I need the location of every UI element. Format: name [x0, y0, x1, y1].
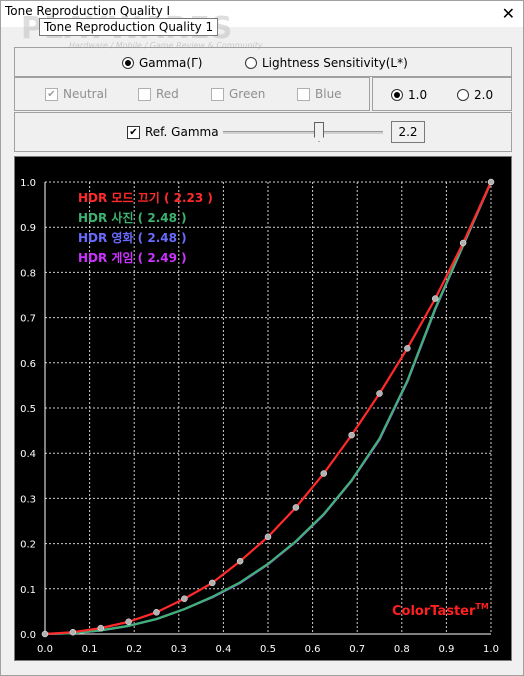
channels-panel: ✔ Neutral Red Green Blue: [14, 77, 370, 111]
scale-1-label: 1.0: [408, 88, 428, 102]
gamma-chart: 0.0 0.1 0.2 0.3 0.4 0.5 0.6 0.7 0.8 0.9 1.0 0.0 0.1 0…: [20, 178, 499, 655]
data-point: [97, 624, 104, 632]
data-point: [264, 533, 272, 541]
green-label: Green: [229, 87, 266, 101]
y-tick-label: 0.4: [20, 449, 36, 460]
y-tick-label: 0.2: [20, 540, 36, 551]
data-point: [69, 628, 77, 636]
x-tick-label: 0.4: [215, 644, 231, 655]
green-check-icon[interactable]: [211, 87, 224, 101]
y-tick-label: 0.0: [20, 630, 36, 641]
legend-entry: HDR 모드 끄기 ( 2.23 ): [78, 190, 213, 205]
ref-gamma-label: Ref. Gamma: [145, 125, 219, 139]
brand-tm: TM: [475, 602, 488, 611]
y-tick-label: 0.8: [20, 268, 36, 279]
y-tick-label: 0.6: [20, 359, 36, 370]
mode-panel: Gamma(Γ) Lightness Sensitivity(L*): [14, 47, 512, 77]
data-point: [292, 504, 300, 511]
x-tick-label: 0.3: [171, 644, 187, 655]
lightness-radio[interactable]: Lightness Sensitivity(L*): [245, 56, 408, 70]
y-tick-label: 0.3: [20, 494, 36, 505]
legend-entry: HDR 사진 ( 2.48 ): [78, 210, 187, 225]
data-point: [209, 579, 216, 587]
neutral-label: Neutral: [63, 87, 108, 101]
tone-reproduction-window: Tone Reproduction Quality I ✕ Tone Repro…: [0, 0, 524, 676]
scale-2-radio-indicator[interactable]: [457, 89, 469, 101]
ref-gamma-value: 2.2: [391, 121, 425, 143]
scale-1-radio-indicator[interactable]: [391, 89, 403, 101]
x-tick-label: 0.6: [305, 644, 321, 655]
red-checkbox[interactable]: Red: [138, 87, 179, 101]
data-point: [125, 618, 132, 626]
gamma-radio-indicator[interactable]: [122, 57, 134, 69]
x-tick-label: 0.9: [438, 644, 454, 655]
x-tick-label: 0.0: [37, 644, 53, 655]
x-tick-label: 0.2: [126, 644, 142, 655]
ref-gamma-slider-track[interactable]: [223, 131, 383, 134]
x-tick-label: 1.0: [483, 644, 499, 655]
scale-2-radio[interactable]: 2.0: [457, 88, 493, 102]
green-checkbox[interactable]: Green: [211, 87, 265, 101]
data-point: [236, 557, 244, 565]
red-label: Red: [156, 87, 179, 101]
y-tick-label: 0.1: [20, 585, 36, 596]
neutral-check-icon[interactable]: ✔: [45, 87, 58, 101]
data-point: [404, 345, 411, 352]
y-tick-label: 0.9: [20, 223, 36, 234]
lightness-radio-indicator[interactable]: [245, 57, 257, 69]
x-tick-label: 0.8: [394, 644, 410, 655]
data-point: [41, 630, 49, 638]
data-point: [376, 390, 383, 397]
lightness-radio-label: Lightness Sensitivity(L*): [262, 56, 408, 70]
data-point: [153, 609, 160, 616]
y-tick-label: 1.0: [20, 178, 36, 189]
x-tick-label: 0.7: [349, 644, 365, 655]
data-point: [432, 295, 439, 302]
x-tick-label: 0.1: [82, 644, 98, 655]
gamma-radio-label: Gamma(Γ): [139, 56, 203, 70]
gamma-radio[interactable]: Gamma(Γ): [122, 56, 202, 70]
red-check-icon[interactable]: [138, 87, 151, 101]
neutral-checkbox[interactable]: ✔ Neutral: [45, 87, 107, 101]
data-point: [320, 470, 327, 477]
legend-entry: HDR 게임 ( 2.49 ): [78, 251, 187, 265]
data-point: [487, 178, 495, 186]
close-button[interactable]: ✕: [502, 4, 515, 23]
chart-grid: [45, 181, 492, 634]
blue-check-icon[interactable]: [297, 87, 310, 101]
data-point: [459, 239, 467, 247]
scale-panel: 1.0 2.0: [372, 77, 512, 111]
x-tick-label: 0.5: [260, 644, 276, 655]
y-tick-label: 0.5: [20, 404, 36, 415]
legend-entry: HDR 영화 ( 2.48 ): [78, 230, 187, 245]
blue-checkbox[interactable]: Blue: [297, 87, 342, 101]
title-tooltip: Tone Reproduction Quality 1: [39, 18, 219, 36]
chart-axes: 0.0 0.1 0.2 0.3 0.4 0.5 0.6 0.7 0.8 0.9 1.0 0.0 0.1 0…: [20, 178, 499, 655]
scale-1-radio[interactable]: 1.0: [391, 88, 427, 102]
brand-label: ColorTasterTM: [392, 602, 489, 619]
brand-name: ColorTaster: [392, 604, 476, 619]
scale-2-label: 2.0: [474, 88, 494, 102]
data-point: [348, 431, 355, 439]
data-point: [181, 595, 188, 602]
watermark-subtitle: Hardware / Mobile / Game Review & Commun…: [69, 41, 263, 50]
y-tick-label: 0.7: [20, 314, 36, 325]
gamma-chart-frame: 0.0 0.1 0.2 0.3 0.4 0.5 0.6 0.7 0.8 0.9 1.0 0.0 0.1 0…: [14, 156, 512, 661]
blue-label: Blue: [315, 87, 342, 101]
ref-gamma-checkbox[interactable]: ✔ Ref. Gamma: [127, 125, 219, 139]
ref-gamma-check-icon[interactable]: ✔: [127, 125, 140, 139]
